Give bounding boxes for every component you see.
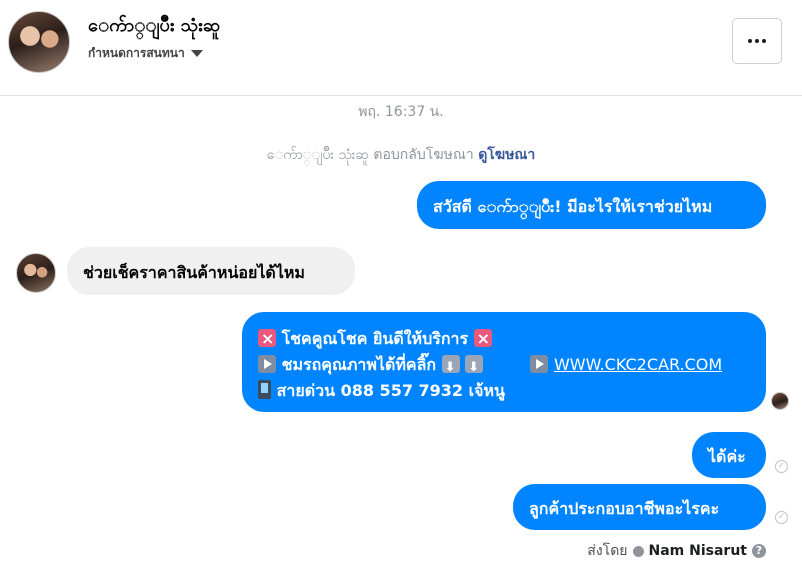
message-text: ช่วยเช็คราคาสินค้าหน่อยได้ไหม [83, 263, 305, 282]
play-icon [530, 355, 549, 373]
more-dot-icon [762, 39, 766, 43]
play-icon [258, 355, 276, 373]
sent-check-icon: ✓ [775, 460, 788, 473]
seen-by-avatar [771, 392, 789, 410]
message-text: โชคคูณโชค ยินดีให้บริการ [281, 329, 469, 348]
conversation-settings-label: กำหนดการสนทนา [88, 46, 185, 60]
mobile-phone-icon [258, 380, 271, 399]
ad-reply-notice: ေက်ာ္ျပိဳး သုံးဆူ ตอบกลับโฆษณา ดูโฆษณา [0, 144, 802, 166]
sender-name[interactable]: Nam Nisarut [649, 543, 748, 559]
sent-by-label: ส่งโดย [587, 543, 628, 559]
view-ad-link[interactable]: ดูโฆษณา [478, 147, 535, 163]
more-options-button[interactable] [732, 18, 782, 64]
incoming-message[interactable]: ช่วยเช็คราคาสินค้าหน่อยได้ไหม [67, 247, 355, 295]
caret-down-icon [190, 50, 203, 57]
message-timestamp: พฤ. 16:37 น. [358, 104, 444, 120]
outgoing-message-greeting[interactable]: สวัสดี ေက်ာ္ျပိဳး! มีอะไรให้เราช่วยไหม [417, 181, 766, 229]
message-text: สายด่วน 088 557 7932 เจ้หนู [276, 381, 505, 400]
customer-avatar[interactable] [16, 253, 56, 293]
conversation-settings-dropdown[interactable]: กำหนดการสนทนา [88, 44, 203, 63]
message-text: สวัสดี ေက်ာ္ျပိဳး! มีอะไรให้เราช่วยไหม [433, 197, 713, 216]
promo-line-3: สายด่วน 088 557 7932 เจ้หนู [258, 378, 750, 404]
down-arrow-icon [465, 355, 484, 381]
cross-mark-icon [473, 326, 492, 352]
message-text: ได้ค่ะ [708, 447, 746, 466]
outgoing-message-occupation[interactable]: ลูกค้าประกอบอาชีพอะไรคะ [513, 484, 766, 530]
down-arrow-icon [441, 355, 460, 381]
contact-name[interactable]: ေက်ာ္ျပိဳး သုံးဆူ [88, 13, 220, 40]
message-text: ลูกค้าประกอบอาชีพอะไรคะ [529, 499, 720, 518]
more-dot-icon [755, 39, 759, 43]
outgoing-message-promo[interactable]: โชคคูณโชค ยินดีให้บริการ ชมรถคุณภาพได้ที… [242, 312, 766, 412]
promo-line-2: ชมรถคุณภาพได้ที่คลิ๊ก WWW.CKC2CAR.COM [258, 352, 750, 381]
outgoing-message-ok[interactable]: ได้ค่ะ [692, 432, 766, 478]
message-text: ชมรถคุณภาพได้ที่คลิ๊ก [281, 355, 437, 374]
conversation-header: ေက်ာ္ျပိဳး သုံးဆူ กำหนดการสนทนา [0, 0, 802, 96]
promo-line-1: โชคคูณโชค ยินดีให้บริการ [258, 326, 750, 352]
sent-check-icon: ✓ [775, 511, 788, 524]
sent-by-info: ส่งโดย Nam Nisarut ? [587, 540, 766, 562]
contact-avatar[interactable] [8, 11, 70, 73]
more-dot-icon [748, 39, 752, 43]
cross-mark-icon [258, 326, 276, 352]
ad-reply-text: ေက်ာ္ျပိဳး သုံးဆူ ตอบกลับโฆษณา [266, 147, 474, 163]
help-icon[interactable]: ? [752, 544, 766, 558]
website-link[interactable]: WWW.CKC2CAR.COM [554, 355, 722, 374]
status-dot-icon [632, 545, 644, 557]
